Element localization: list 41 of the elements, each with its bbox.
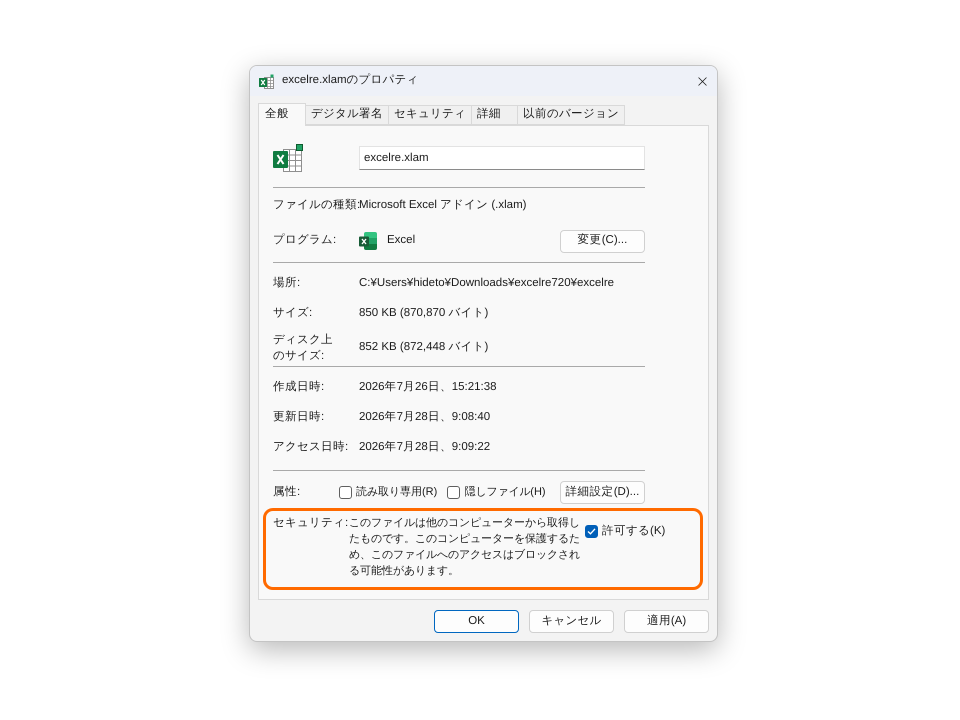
- security-message: このファイルは他のコンピューターから取得したものです。このコンピューターを保護するため、このファイルへのアクセスはブロックされる可能性があります。: [349, 516, 581, 579]
- field-label: 属性:: [273, 484, 302, 500]
- field-label: 場所:: [273, 276, 302, 292]
- field-label: ファイルの種類:: [273, 198, 359, 214]
- field-value: 850 KB (870,870 バイト): [359, 306, 488, 322]
- field-value: 852 KB (872,448 バイト): [359, 340, 488, 356]
- change-button[interactable]: 変更(C)...: [560, 230, 645, 252]
- program-name: Excel: [387, 233, 416, 248]
- field-label: ディスク上のサイズ:: [273, 332, 334, 364]
- field-label: セキュリティ:: [273, 516, 349, 531]
- checkbox-label: 隠しファイル(H): [464, 485, 546, 500]
- field-value: 2026年7月28日、9:09:22: [359, 440, 490, 456]
- tab[interactable]: 全般: [258, 103, 306, 126]
- spreadsheet-file-icon: [259, 74, 274, 88]
- checkbox[interactable]: [585, 525, 598, 538]
- file-name-field[interactable]: excelre.xlam: [359, 146, 645, 170]
- checkbox[interactable]: [339, 486, 352, 499]
- field-value: C:¥Users¥hideto¥Downloads¥excelre720¥excelre: [359, 276, 614, 292]
- field-value: 2026年7月26日、15:21:38: [359, 380, 497, 396]
- checkmark-icon: [587, 528, 596, 535]
- window-title: excelre.xlamのプロパティ: [282, 72, 419, 88]
- tab[interactable]: デジタル署名: [306, 105, 389, 125]
- field-value: 2026年7月28日、9:08:40: [359, 410, 490, 426]
- field-label: 作成日時:: [273, 380, 326, 396]
- spreadsheet-file-icon: [273, 144, 303, 172]
- field-label: アクセス日時:: [273, 440, 350, 456]
- tab[interactable]: 以前のバージョン: [518, 105, 625, 125]
- field-label: プログラム:: [273, 232, 338, 248]
- dialog-button[interactable]: 適用(A): [624, 610, 709, 633]
- checkbox-label: 許可する(K): [602, 524, 666, 539]
- advanced-button[interactable]: 詳細設定(D)...: [560, 481, 645, 504]
- checkbox[interactable]: [447, 486, 460, 499]
- checkbox-label: 読み取り専用(R): [356, 484, 438, 500]
- spreadsheet-app-icon: [359, 232, 377, 250]
- field-label: 更新日時:: [273, 409, 326, 426]
- dialog-button[interactable]: キャンセル: [529, 610, 614, 633]
- field-value: Microsoft Excel アドイン (.xlam): [359, 198, 526, 214]
- dialog-button[interactable]: OK: [434, 610, 519, 633]
- tab[interactable]: 詳細: [472, 105, 518, 125]
- tab[interactable]: セキュリティ: [389, 105, 472, 125]
- field-label: サイズ:: [273, 306, 314, 322]
